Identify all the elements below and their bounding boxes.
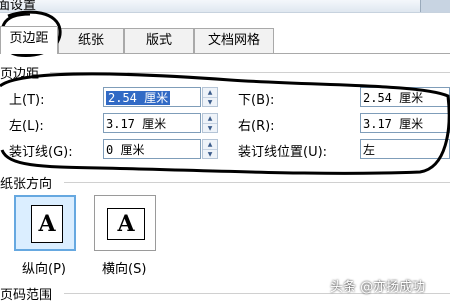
bottom-margin-label: 下(B): [238, 93, 275, 108]
landscape-button[interactable]: A [94, 195, 156, 251]
gutter-input[interactable]: 0 厘米 [103, 139, 201, 159]
orientation-group-line [64, 182, 450, 183]
top-margin-label: 上(T): [9, 93, 45, 108]
portrait-label: 纵向(P) [22, 262, 66, 277]
gutter-position-label: 装订线位置(U): [238, 145, 328, 160]
spin-up-icon[interactable]: ▲ [203, 88, 217, 98]
spin-up-icon[interactable]: ▲ [203, 140, 217, 150]
landscape-label: 横向(S) [102, 262, 147, 277]
margins-group-label: 页边距 [0, 67, 40, 82]
top-margin-value: 2.54 厘米 [106, 91, 171, 105]
portrait-button[interactable]: A [14, 195, 76, 251]
spin-down-icon[interactable]: ▼ [203, 150, 217, 159]
tab-strip: 页边距 纸张 版式 文档网格 [0, 26, 450, 54]
orientation-group-label: 纸张方向 [0, 177, 53, 192]
tab-paper[interactable]: 纸张 [58, 28, 124, 53]
spin-down-icon[interactable]: ▼ [203, 124, 217, 133]
close-button[interactable] [420, 0, 450, 12]
tab-margins[interactable]: 页边距 [0, 26, 58, 54]
tab-document-grid[interactable]: 文档网格 [194, 28, 274, 53]
left-margin-label: 左(L): [9, 119, 44, 134]
spin-up-icon[interactable]: ▲ [203, 114, 217, 124]
dialog-title: 面设置 [0, 0, 37, 13]
gutter-position-select[interactable]: 左 [360, 139, 450, 159]
left-margin-spinner[interactable]: ▲ ▼ [202, 113, 218, 133]
right-margin-input[interactable]: 3.17 厘米 [360, 113, 450, 133]
gutter-spinner[interactable]: ▲ ▼ [202, 139, 218, 159]
tab-divider [0, 53, 450, 54]
left-margin-input[interactable]: 3.17 厘米 [103, 113, 201, 133]
gutter-label: 装订线(G): [9, 145, 73, 160]
spin-down-icon[interactable]: ▼ [203, 98, 217, 107]
top-margin-spinner[interactable]: ▲ ▼ [202, 87, 218, 107]
pages-group-label: 页码范围 [0, 288, 53, 303]
right-margin-label: 右(R): [238, 119, 275, 134]
margins-group-line [50, 72, 450, 73]
portrait-page-icon: A [31, 205, 63, 243]
bottom-margin-input[interactable]: 2.54 厘米 [360, 87, 450, 107]
title-bar: 面设置 [0, 0, 450, 13]
tab-layout[interactable]: 版式 [124, 28, 194, 53]
top-margin-input[interactable]: 2.54 厘米 [103, 87, 201, 107]
watermark-text: 头条 @亦扬成功 [330, 280, 426, 295]
landscape-page-icon: A [107, 208, 145, 240]
